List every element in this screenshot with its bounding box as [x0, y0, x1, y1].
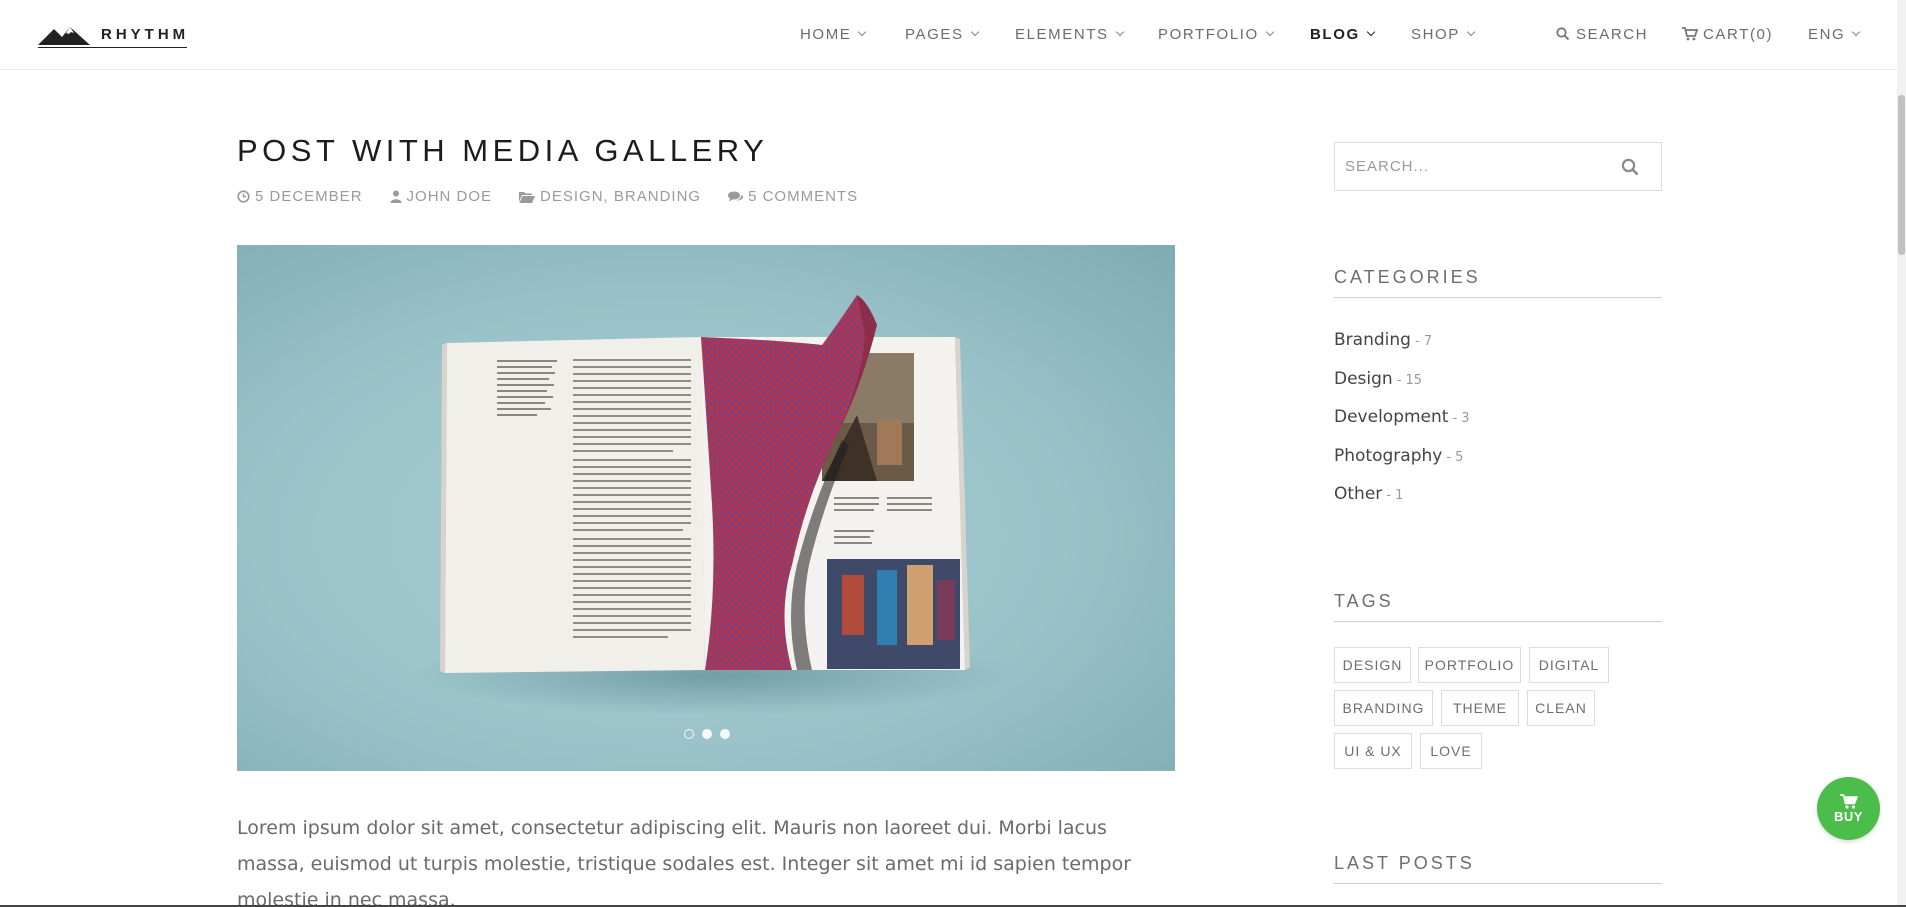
category-item[interactable]: Other - 1: [1334, 484, 1470, 523]
categories-title: CATEGORIES: [1334, 267, 1662, 298]
category-count: - 15: [1396, 372, 1423, 388]
comments-icon: [728, 191, 744, 201]
nav-portfolio-label: PORTFOLIO: [1158, 25, 1259, 43]
main-nav: HOME PAGES ELEMENTS PORTFOLIO BLOG SHOP …: [0, 24, 1906, 44]
sidebar-search-input[interactable]: [1335, 144, 1595, 189]
language-label: ENG: [1808, 25, 1846, 43]
category-item[interactable]: Branding - 7: [1334, 330, 1470, 369]
chevron-down-icon: [970, 27, 979, 37]
clock-icon: [237, 190, 250, 203]
scrollbar-thumb[interactable]: [1898, 95, 1905, 255]
post-meta: 5 DECEMBER JOHN DOE DESIGN, BRANDING 5 C…: [237, 188, 885, 205]
category-name: Branding: [1334, 330, 1411, 350]
post-date-text: 5 DECEMBER: [255, 188, 363, 205]
post-comments[interactable]: 5 COMMENTS: [728, 188, 858, 205]
post-categories-text: DESIGN, BRANDING: [540, 188, 702, 205]
post-comments-text: 5 COMMENTS: [748, 188, 859, 205]
category-count: - 5: [1446, 449, 1464, 465]
categories-list: Branding - 7 Design - 15 Development - 3 Ph…: [1334, 330, 1470, 523]
post-title: POST WITH MEDIA GALLERY: [237, 133, 769, 168]
site-header: RHYTHM HOME PAGES ELEMENTS PORTFOLIO BLO…: [0, 0, 1906, 70]
category-name: Development: [1334, 407, 1449, 427]
gallery-dot-1[interactable]: [684, 729, 694, 739]
language-select[interactable]: ENG: [1808, 25, 1861, 43]
nav-shop-label: SHOP: [1411, 25, 1460, 43]
category-count: - 1: [1386, 488, 1404, 503]
tag-theme[interactable]: THEME: [1441, 690, 1519, 726]
header-search[interactable]: SEARCH: [1556, 26, 1648, 43]
category-count: - 3: [1452, 411, 1470, 426]
category-item[interactable]: Design - 15: [1334, 369, 1470, 408]
cart-icon: [1839, 793, 1858, 809]
category-count: - 7: [1414, 334, 1433, 349]
gallery-dot-3[interactable]: [720, 729, 730, 739]
chevron-down-icon: [1852, 27, 1861, 37]
buy-button[interactable]: BUY: [1817, 777, 1880, 840]
nav-elements[interactable]: ELEMENTS: [1015, 25, 1124, 43]
search-icon[interactable]: [1621, 158, 1639, 176]
chevron-down-icon: [1466, 27, 1476, 37]
category-item[interactable]: Photography - 5: [1334, 446, 1470, 485]
buy-label: BUY: [1834, 808, 1863, 824]
nav-blog-label: BLOG: [1310, 25, 1360, 43]
nav-elements-label: ELEMENTS: [1015, 25, 1109, 43]
page-scrollbar[interactable]: [1897, 0, 1906, 907]
category-name: Design: [1334, 368, 1393, 389]
magazine-image: [415, 295, 1015, 715]
tags-title: TAGS: [1334, 591, 1662, 622]
sidebar-search: [1334, 142, 1662, 191]
tag-digital[interactable]: DIGITAL: [1529, 647, 1609, 683]
tag-love[interactable]: LOVE: [1420, 733, 1482, 769]
cart-icon: [1682, 27, 1698, 41]
media-gallery[interactable]: [237, 245, 1175, 771]
nav-shop[interactable]: SHOP: [1411, 25, 1476, 43]
tag-design[interactable]: DESIGN: [1334, 647, 1411, 683]
post-author[interactable]: JOHN DOE: [390, 188, 493, 205]
last-posts-title: LAST POSTS: [1334, 853, 1662, 884]
header-search-label: SEARCH: [1576, 25, 1649, 43]
folder-open-icon: [519, 191, 536, 203]
nav-pages-label: PAGES: [905, 25, 964, 43]
gallery-pagination: [684, 729, 738, 739]
nav-home[interactable]: HOME: [800, 25, 867, 43]
post-author-text: JOHN DOE: [406, 188, 493, 205]
search-icon: [1556, 27, 1570, 41]
nav-pages[interactable]: PAGES: [905, 25, 979, 43]
logo-underline: [38, 47, 187, 48]
chevron-down-icon: [1265, 27, 1275, 37]
post-categories[interactable]: DESIGN, BRANDING: [519, 188, 701, 205]
tag-clean[interactable]: CLEAN: [1527, 690, 1595, 726]
category-item[interactable]: Development - 3: [1334, 407, 1470, 446]
nav-home-label: HOME: [800, 25, 852, 43]
chevron-down-icon: [1115, 27, 1124, 37]
gallery-dot-2[interactable]: [702, 729, 712, 739]
category-name: Photography: [1334, 445, 1443, 466]
header-cart-label: CART(0): [1703, 25, 1774, 43]
post-body: Lorem ipsum dolor sit amet, consectetur …: [237, 817, 1132, 907]
chevron-down-icon: [1366, 27, 1375, 37]
category-name: Other: [1334, 484, 1383, 504]
post-date: 5 DECEMBER: [237, 188, 363, 205]
nav-portfolio[interactable]: PORTFOLIO: [1158, 25, 1275, 43]
nav-blog[interactable]: BLOG: [1310, 25, 1375, 43]
user-icon: [390, 190, 402, 203]
chevron-down-icon: [858, 27, 867, 37]
header-cart[interactable]: CART(0): [1682, 26, 1773, 43]
tag-ui-ux[interactable]: UI & UX: [1334, 733, 1412, 769]
tag-portfolio[interactable]: PORTFOLIO: [1418, 647, 1521, 683]
tag-branding[interactable]: BRANDING: [1334, 690, 1433, 726]
